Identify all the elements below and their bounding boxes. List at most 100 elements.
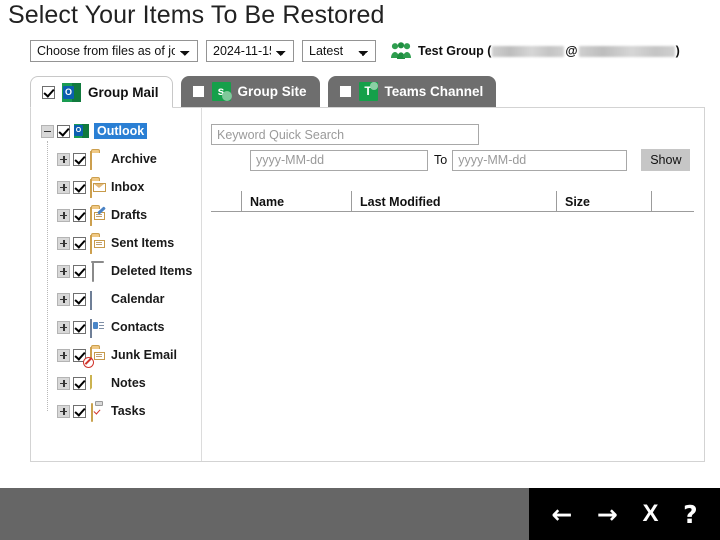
column-header-last-modified[interactable]: Last Modified [351, 191, 556, 211]
expand-collapse-toggle[interactable] [57, 321, 70, 334]
tab-teams-channel[interactable]: T Teams Channel [328, 76, 497, 107]
search-input[interactable] [211, 124, 479, 145]
expand-collapse-toggle[interactable] [57, 237, 70, 250]
sharepoint-icon: s [212, 82, 231, 101]
column-header-size[interactable]: Size [556, 191, 651, 211]
expand-collapse-toggle[interactable] [57, 293, 70, 306]
tree-row-drafts[interactable]: Drafts [41, 201, 201, 229]
back-button[interactable]: ← [551, 502, 572, 527]
tree-checkbox[interactable] [73, 405, 86, 418]
tree-row-contacts[interactable]: Contacts [41, 313, 201, 341]
teams-icon: T [359, 82, 378, 101]
trash-icon [90, 264, 106, 278]
tab-teams-channel-label: Teams Channel [385, 84, 484, 99]
show-button[interactable]: Show [641, 149, 690, 171]
outlook-icon-badge: O [74, 125, 83, 136]
task-icon [90, 404, 106, 418]
tree-label: Contacts [111, 320, 164, 334]
group-name-prefix: Test Group ( [418, 44, 491, 58]
tree-label: Archive [111, 152, 157, 166]
tab-group-mail-label: Group Mail [88, 85, 159, 100]
expand-collapse-toggle[interactable] [57, 265, 70, 278]
tree-row-outlook[interactable]: O Outlook [41, 117, 201, 145]
redacted-mailbox-domain [579, 46, 675, 57]
app-root: Select Your Items To Be Restored Choose … [0, 0, 720, 540]
main-panel: O Outlook Archive Inbox Drafts [30, 107, 705, 462]
tree-checkbox[interactable] [73, 153, 86, 166]
tree-row-archive[interactable]: Archive [41, 145, 201, 173]
forward-button[interactable]: → [597, 502, 618, 527]
tree-row-deleted-items[interactable]: Deleted Items [41, 257, 201, 285]
expand-collapse-toggle[interactable] [57, 349, 70, 362]
tree-row-junk-email[interactable]: Junk Email [41, 341, 201, 369]
tree-checkbox[interactable] [73, 265, 86, 278]
tree-checkbox[interactable] [73, 321, 86, 334]
tree-label: Deleted Items [111, 264, 192, 278]
tree-checkbox[interactable] [73, 293, 86, 306]
close-button[interactable]: X [643, 502, 659, 526]
tab-bar: O Group Mail s Group Site T Teams Channe… [30, 76, 496, 108]
expand-collapse-toggle[interactable] [57, 377, 70, 390]
tree-label: Inbox [111, 180, 144, 194]
tree-row-sent-items[interactable]: Sent Items [41, 229, 201, 257]
tree-checkbox[interactable] [73, 181, 86, 194]
tab-group-site-label: Group Site [238, 84, 307, 99]
tree-checkbox[interactable] [73, 237, 86, 250]
expand-collapse-toggle[interactable] [57, 181, 70, 194]
navigation-button-group: ← → X ? [529, 488, 720, 540]
group-name-suffix: ) [676, 44, 680, 58]
sharepoint-icon-circle [222, 91, 232, 101]
redacted-mailbox-user [492, 46, 564, 57]
group-info: Test Group ( @) [390, 42, 680, 60]
tab-group-site-checkbox[interactable] [192, 85, 205, 98]
tab-group-mail[interactable]: O Group Mail [30, 76, 173, 108]
backup-date-select[interactable]: 2024-11-15 [206, 40, 294, 62]
people-icon [390, 42, 412, 60]
column-header-end [651, 191, 685, 211]
panel-divider [201, 108, 202, 461]
tree-row-calendar[interactable]: Calendar [41, 285, 201, 313]
page-title: Select Your Items To Be Restored [8, 1, 385, 30]
tab-group-mail-checkbox[interactable] [42, 86, 55, 99]
expand-collapse-toggle[interactable] [57, 209, 70, 222]
outlook-icon-right [82, 124, 89, 138]
outlook-icon-badge: O [63, 86, 74, 99]
group-name-label: Test Group ( @) [418, 44, 680, 58]
outlook-icon: O [62, 83, 81, 102]
outlook-icon: O [74, 124, 89, 138]
tree-label: Outlook [94, 123, 147, 139]
tree-label: Notes [111, 376, 146, 390]
sent-folder-icon [90, 236, 106, 250]
expand-collapse-toggle[interactable] [57, 405, 70, 418]
tree-label: Junk Email [111, 348, 177, 362]
date-from-input[interactable] [250, 150, 428, 171]
drafts-folder-icon [90, 208, 106, 222]
column-header-name[interactable]: Name [241, 191, 351, 211]
tree-label: Tasks [111, 404, 146, 418]
version-select[interactable]: Latest [302, 40, 376, 62]
date-filter-row: To Show [211, 149, 694, 171]
content-area: To Show Name Last Modified Size [211, 124, 694, 212]
tree-row-notes[interactable]: Notes [41, 369, 201, 397]
job-source-select[interactable]: Choose from files as of job [30, 40, 198, 62]
help-button[interactable]: ? [683, 502, 698, 527]
tree-label: Calendar [111, 292, 165, 306]
expand-collapse-toggle[interactable] [41, 125, 54, 138]
folder-tree: O Outlook Archive Inbox Drafts [41, 117, 201, 425]
tree-checkbox[interactable] [57, 125, 70, 138]
tree-label: Sent Items [111, 236, 174, 250]
tab-teams-channel-checkbox[interactable] [339, 85, 352, 98]
date-to-input[interactable] [452, 150, 627, 171]
teams-icon-dot [370, 82, 378, 90]
tree-label: Drafts [111, 208, 147, 222]
tab-group-site[interactable]: s Group Site [181, 76, 320, 107]
tree-checkbox[interactable] [73, 377, 86, 390]
junk-folder-icon [90, 348, 106, 362]
tree-row-tasks[interactable]: Tasks [41, 397, 201, 425]
toolbar: Choose from files as of job 2024-11-15 L… [30, 40, 680, 62]
group-email-at: @ [565, 44, 577, 58]
tree-checkbox[interactable] [73, 209, 86, 222]
expand-collapse-toggle[interactable] [57, 153, 70, 166]
tree-row-inbox[interactable]: Inbox [41, 173, 201, 201]
folder-icon [90, 152, 106, 166]
